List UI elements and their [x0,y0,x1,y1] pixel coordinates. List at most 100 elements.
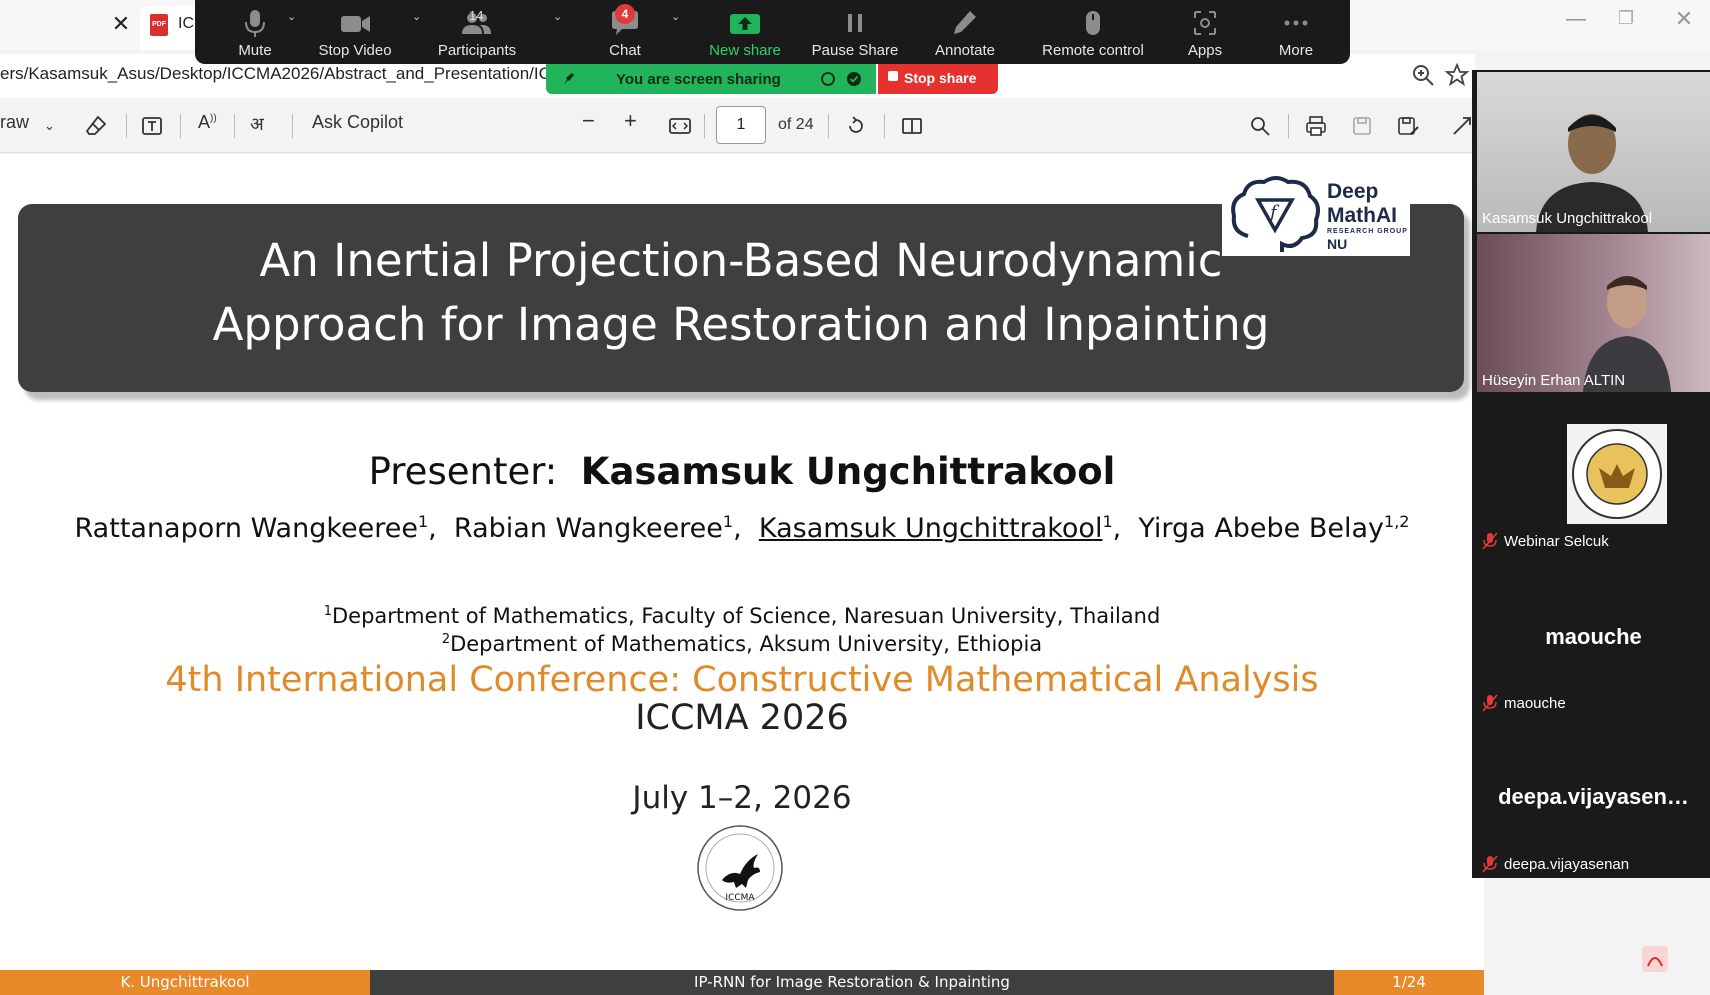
participants-count: 14 [469,8,484,23]
ask-copilot-button[interactable]: Ask Copilot [312,112,403,133]
stop-share-label[interactable]: Stop share [904,70,976,86]
author-affiliation: 1,2 [1384,512,1410,531]
more-dots-icon [1284,20,1308,26]
zoom-in-icon[interactable] [1410,62,1436,88]
conference-date: July 1–2, 2026 [632,780,852,816]
author-name: Rabian Wangkeeree [453,513,723,544]
favorite-star-icon[interactable] [1444,62,1470,88]
pdf-file-icon: PDF [150,14,168,36]
draw-options-chevron-icon[interactable]: ⌄ [44,118,55,134]
address-url[interactable]: ers/Kasamsuk_Asus/Desktop/ICCMA2026/Abst… [0,64,548,84]
microphone-muted-icon [1482,855,1498,873]
author-affiliation: 1 [722,512,734,531]
affiliation-text: Department of Mathematics, Aksum Univers… [450,632,1043,656]
page-view-icon[interactable] [900,114,924,138]
toolbar-divider [126,114,127,138]
affiliation-2: 2Department of Mathematics, Aksum Univer… [0,632,1484,656]
chat-unread-badge: 4 [615,4,635,24]
pause-share-label: Pause Share [811,42,899,59]
toolbar-divider [828,114,829,138]
video-tile-2[interactable]: Hüseyin Erhan ALTIN [1477,234,1710,392]
search-icon[interactable] [1248,114,1272,138]
pin-icon[interactable] [560,71,576,87]
more-label: More [1278,42,1314,59]
participants-button[interactable]: 14 Participants [417,0,537,64]
fit-width-icon[interactable] [668,114,692,138]
iccma-seal-logo: ICCMA [697,825,783,911]
remote-control-label: Remote control [1042,42,1144,59]
chat-label: Chat [609,42,641,59]
footer-page-number: 1/24 [1392,973,1426,991]
participant-name: Webinar Selcuk [1504,533,1609,550]
conference-short-name: ICCMA 2026 [635,698,849,738]
logo-text-mathai: MathAI [1327,204,1397,227]
save-as-icon[interactable] [1396,114,1420,138]
presenter-name: Kasamsuk Ungchittrakool [580,450,1116,493]
pdf-app-icon[interactable] [1640,944,1670,974]
apps-label: Apps [1187,42,1223,59]
page-total: of 24 [778,116,814,133]
affiliation-1: 1Department of Mathematics, Faculty of S… [0,604,1484,628]
mute-label: Mute [238,42,272,59]
connection-status-icon [821,72,835,86]
remote-control-button[interactable]: Remote control [1023,0,1163,64]
stop-video-button[interactable]: Stop Video [295,0,415,64]
chat-button[interactable]: 4 Chat [575,0,675,64]
stop-video-label: Stop Video [318,42,392,59]
zoom-out-icon[interactable]: − [582,108,595,134]
mouse-icon [1086,11,1100,35]
participant-display-name: maouche [1545,624,1642,649]
page-number-input[interactable]: 1 [716,106,766,144]
read-aloud-icon[interactable]: A)) [198,112,217,133]
affiliation-number: 2 [441,632,451,647]
pencil-icon [954,11,976,34]
toolbar-divider [234,114,235,138]
participant-name: deepa.vijayasenan [1504,856,1630,873]
author-affiliation: 1 [1102,512,1113,531]
mute-button[interactable]: Mute [215,0,295,64]
print-icon[interactable] [1304,114,1328,138]
save-icon[interactable] [1350,114,1374,138]
annotate-button[interactable]: Annotate [915,0,1015,64]
logo-text-nu: NU [1327,236,1348,252]
zoom-meeting-toolbar: Mute ⌄ Stop Video ⌄ 14 Participants ⌄ 4 … [195,0,1350,64]
window-minimize-icon[interactable]: — [1556,8,1596,38]
translate-icon[interactable]: अ [250,112,264,136]
window-close-icon[interactable]: ✕ [1664,6,1704,38]
stop-square-icon [888,71,898,81]
chat-options-chevron-icon[interactable]: ⌄ [671,10,680,23]
author-name: Yirga Abebe Belay [1138,513,1385,544]
conference-title: 4th International Conference: Constructi… [165,660,1319,700]
video-tile-1[interactable]: Kasamsuk Ungchittrakool [1477,72,1710,232]
text-box-icon[interactable] [140,114,164,138]
participants-options-chevron-icon[interactable]: ⌄ [553,10,562,23]
pause-share-button[interactable]: Pause Share [800,0,910,64]
draw-button[interactable]: raw [0,112,29,133]
logo-text-research-group: RESEARCH GROUP [1327,228,1408,235]
tab-close-icon[interactable]: ✕ [108,10,134,38]
participant-name: Hüseyin Erhan ALTIN [1482,372,1626,389]
toolbar-divider [704,114,705,138]
fullscreen-expand-icon[interactable] [1450,114,1474,138]
author-name: Rattanaporn Wangkeeree [74,513,418,544]
authors-line: Rattanaporn Wangkeeree1, Rabian Wangkeer… [74,512,1410,544]
more-button[interactable]: More [1255,0,1337,64]
apps-icon [1194,11,1216,35]
eraser-icon[interactable] [84,114,108,138]
shield-check-icon [847,72,861,86]
toolbar-divider [292,114,293,138]
zoom-in-plus-icon[interactable]: + [624,108,637,134]
window-maximize-icon[interactable]: ❐ [1606,8,1646,38]
participant-display-name: deepa.vijayasen… [1498,784,1689,809]
svg-text:f: f [1268,202,1280,223]
microphone-muted-icon [1482,532,1498,550]
apps-button[interactable]: Apps [1170,0,1240,64]
rotate-icon[interactable] [844,114,868,138]
presenter-line: Presenter: Kasamsuk Ungchittrakool [0,450,1484,493]
author-name-presenter: Kasamsuk Ungchittrakool [758,513,1103,544]
author-affiliation: 1 [417,512,429,531]
new-share-button[interactable]: New share [695,0,795,64]
selcuk-university-logo [1567,424,1667,524]
new-share-label: New share [709,42,781,59]
toolbar-divider [180,114,181,138]
